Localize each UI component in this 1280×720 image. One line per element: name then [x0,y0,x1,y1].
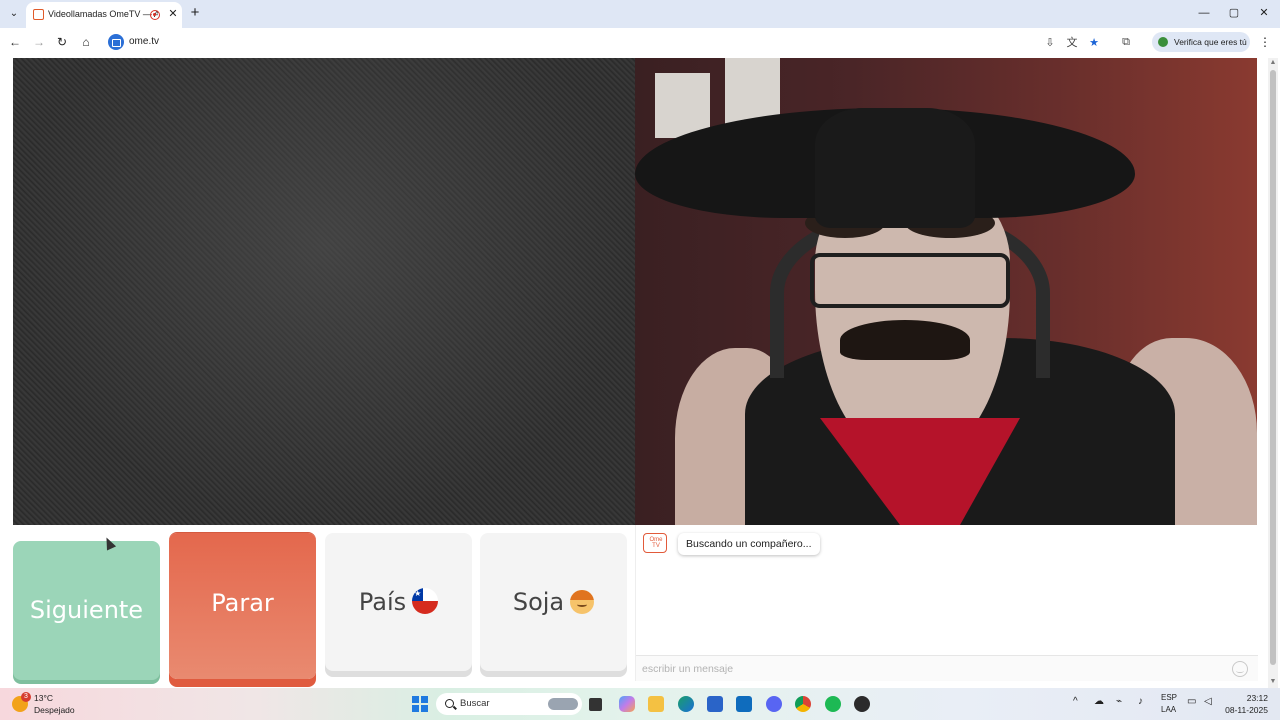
start-icon[interactable] [412,696,428,712]
status-message: Buscando un compañero... [678,533,820,555]
search-highlight-icon [548,698,578,710]
outlook-icon[interactable] [736,696,752,712]
country-label: País [358,588,407,616]
maximize-button[interactable]: ▢ [1224,4,1244,22]
gender-label: Soja [512,588,565,616]
language-code[interactable]: ESP [1161,693,1177,702]
mustache-filter [840,320,970,360]
network-icon[interactable]: ⌁ [1116,696,1122,707]
glasses [810,253,1010,308]
file-explorer-icon[interactable] [648,696,664,712]
onedrive-icon[interactable]: ☁ [1094,696,1104,707]
url-text: ome.tv [129,36,160,47]
obs-icon[interactable] [854,696,870,712]
browser-toolbar: ← → ↻ ⌂ ome.tv ⇩ 文 ★ ⧉ Verifica que eres… [0,28,1280,56]
next-button[interactable]: Siguiente [13,541,160,680]
clock-date[interactable]: 08-11-2025 [1218,705,1268,715]
window-close-button[interactable]: ✕ [1254,4,1274,22]
browser-menu-button[interactable]: ⋮ [1258,33,1272,51]
address-bar[interactable]: ome.tv ⇩ 文 ★ [104,31,1144,53]
ometv-favicon-icon [33,9,44,20]
minimize-button[interactable]: — [1194,4,1214,22]
chat-input-area [636,655,1258,681]
logo-text: Ome TV [649,537,663,549]
gender-filter-button[interactable]: Soja [480,533,627,671]
chrome-icon[interactable] [795,696,811,712]
task-view-icon[interactable] [589,698,602,711]
tab-strip: ⌄ Videollamadas OmeTV — A ✕ + — ▢ ✕ [0,0,1280,28]
emoji-icon[interactable] [1232,661,1248,677]
page-scrollbar[interactable]: ▲ ▼ [1268,58,1278,688]
site-info-icon[interactable] [108,34,124,50]
install-app-icon[interactable]: ⇩ [1043,36,1057,50]
gender-label-row: Soja [480,588,627,616]
stop-label: Parar [211,589,274,617]
tab-search-button[interactable]: ⌄ [5,5,23,23]
scroll-up-icon[interactable]: ▲ [1269,59,1277,67]
scroll-down-icon[interactable]: ▼ [1269,678,1277,686]
next-label: Siguiente [29,596,144,624]
close-tab-button[interactable]: ✕ [166,7,180,21]
forward-button[interactable]: → [30,33,48,51]
new-tab-button[interactable]: + [187,5,203,21]
home-button[interactable]: ⌂ [77,33,95,51]
clock-time[interactable]: 23:12 [1228,693,1268,703]
weather-badge: 3 [21,692,31,702]
country-filter-button[interactable]: País [325,533,472,671]
keyboard-layout[interactable]: LAA [1161,705,1176,714]
weather-description[interactable]: Despejado [34,705,75,715]
edge-icon[interactable] [678,696,694,712]
search-icon [445,699,454,708]
profile-avatar-icon [1158,37,1168,47]
weather-temperature[interactable]: 13°C [34,693,53,703]
recording-indicator-icon [150,10,160,20]
partner-video-static [13,58,635,525]
chat-panel: Ome TV Buscando un compañero... [635,525,1258,681]
bookmark-star-icon[interactable]: ★ [1087,36,1101,50]
microphone-icon[interactable]: ♪ [1138,696,1143,707]
store-icon[interactable] [707,696,723,712]
taskbar-search[interactable]: Buscar [436,693,582,715]
boy-emoji-icon [570,590,595,614]
stop-button[interactable]: Parar [169,533,316,679]
active-tab[interactable]: Videollamadas OmeTV — A ✕ [26,2,182,28]
discord-icon[interactable] [766,696,782,712]
verify-label: Verifica que eres tú [1174,37,1247,47]
chile-flag-icon [412,588,439,614]
search-label: Buscar [460,698,490,709]
extensions-icon[interactable]: ⧉ [1119,35,1133,49]
volume-icon[interactable]: ◁ [1204,696,1212,707]
self-camera-video [635,58,1257,525]
scrollbar-thumb[interactable] [1270,70,1276,665]
message-input[interactable] [642,660,1222,678]
display-icon[interactable]: ▭ [1187,696,1196,707]
ometv-logo-icon: Ome TV [643,533,667,553]
tab-title: Videollamadas OmeTV — A [48,9,158,19]
windows-taskbar: 3 13°C Despejado Buscar ^ ☁ ⌁ ♪ ESP LAA … [0,688,1280,720]
verify-identity-chip[interactable]: Verifica que eres tú [1152,32,1250,52]
copilot-icon[interactable] [619,696,635,712]
country-label-row: País [325,588,472,616]
translate-icon[interactable]: 文 [1065,36,1079,50]
spotify-icon[interactable] [825,696,841,712]
reload-button[interactable]: ↻ [53,33,71,51]
ometv-page: Siguiente Parar País Soja Ome TV Buscand… [0,56,1280,688]
chevron-up-icon[interactable]: ^ [1073,696,1078,707]
back-button[interactable]: ← [6,33,24,51]
